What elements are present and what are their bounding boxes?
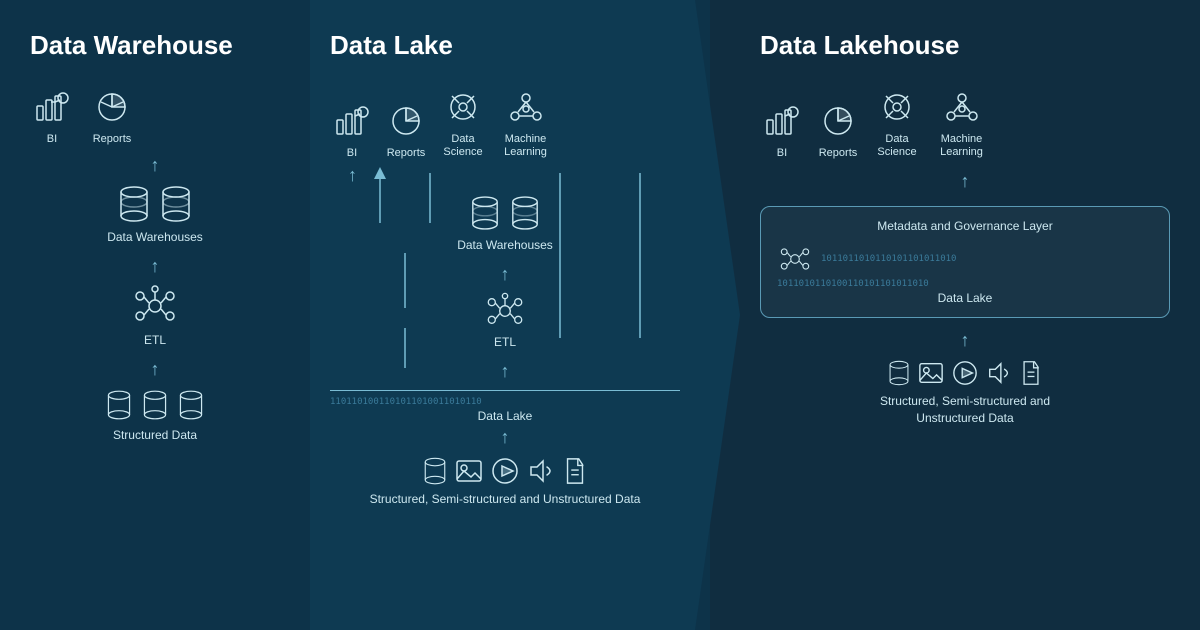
lh-reports-icon (816, 99, 860, 143)
lh-bottom-section: Structured, Semi-structured and Unstruct… (760, 355, 1170, 427)
lake-etl-section: ETL (330, 289, 680, 349)
lh-audio-icon (986, 360, 1012, 386)
lake-datascience-item: Data Science (438, 85, 488, 159)
warehouse-panel: Data Warehouse BI Reports ↑ (0, 0, 310, 630)
lake-arrow-3: ↑ (330, 361, 680, 382)
lh-data-type-icons (888, 359, 1042, 387)
lh-video-icon (952, 360, 978, 386)
lake-arrow-4: ↑ (330, 427, 680, 448)
bi-icon-item: BI (30, 85, 74, 145)
lh-lake-label: Data Lake (777, 291, 1153, 305)
lh-image-icon (918, 360, 944, 386)
metadata-governance-box: Metadata and Governance Layer 1011011010… (760, 206, 1170, 318)
lake-binary: 1101101001101011010011010110 (330, 397, 680, 407)
lake-ml-label: Machine Learning (498, 133, 553, 159)
lakehouse-top-icons: BI Reports Data Science Machine Learning (760, 85, 1170, 159)
lake-title: Data Lake (330, 30, 680, 61)
lake-dw-section: Data Warehouses (330, 190, 680, 252)
video-icon (491, 457, 519, 485)
lh-ml-label: Machine Learning (934, 133, 989, 159)
lake-etl-icon (483, 289, 527, 333)
warehouse-dw-label: Data Warehouses (107, 230, 203, 244)
bi-icon (30, 85, 74, 129)
reports-label: Reports (93, 133, 132, 145)
db-cylinders (118, 184, 192, 224)
warehouse-title: Data Warehouse (30, 30, 280, 61)
warehouse-etl-section: ETL (30, 281, 280, 347)
lake-datascience-icon (441, 85, 485, 129)
warehouse-db-section: Data Warehouses (30, 180, 280, 244)
lake-dw-label: Data Warehouses (457, 238, 553, 252)
lake-top-icons: BI Reports Data Science Machine Learning (330, 85, 680, 159)
db-icon (423, 456, 447, 486)
lh-bi-item: BI (760, 99, 804, 159)
warehouse-bottom-label: Structured Data (113, 428, 197, 442)
warehouse-structured-section: Structured Data (30, 384, 280, 442)
etl-icon (130, 281, 180, 331)
lh-reports-item: Reports (816, 99, 860, 159)
structured-data-icons (106, 388, 204, 422)
lakehouse-title: Data Lakehouse (760, 30, 1170, 61)
lake-arrow-2: ↑ (330, 264, 680, 285)
lh-db-icon (888, 359, 910, 387)
lh-doc-icon (1020, 360, 1042, 386)
image-icon (455, 457, 483, 485)
lake-bottom-label: Structured, Semi-structured and Unstruct… (370, 492, 641, 506)
lake-data-type-icons (423, 456, 587, 486)
lake-db-cylinders (470, 194, 540, 232)
lh-ds-icon (875, 85, 919, 129)
lh-binary-2: 1011010110100110101101011010 (777, 279, 1153, 289)
audio-icon (527, 457, 555, 485)
arrow-1: ↑ (30, 155, 280, 176)
warehouse-etl-label: ETL (144, 333, 166, 347)
lake-bi-icon (330, 99, 374, 143)
metadata-title: Metadata and Governance Layer (777, 219, 1153, 233)
lake-ml-icon (504, 85, 548, 129)
lh-reports-label: Reports (819, 147, 858, 159)
lake-ml-item: Machine Learning (498, 85, 553, 159)
lake-bi-item: BI (330, 99, 374, 159)
lake-reports-icon (384, 99, 428, 143)
lake-bottom-section: Structured, Semi-structured and Unstruct… (330, 452, 680, 506)
lh-binary: 1011011010110101101011010 (821, 254, 1153, 264)
lake-arrow-1: ↑ (330, 165, 680, 186)
lh-bi-icon (760, 99, 804, 143)
warehouse-top-icons: BI Reports (30, 85, 280, 145)
lakehouse-panel: Data Lakehouse BI Reports Data Science M… (710, 0, 1200, 630)
lake-etl-label: ETL (494, 335, 516, 349)
lh-etl-icon (777, 241, 813, 277)
lake-body-section: 1101101001101011010011010110 Data Lake (330, 390, 680, 423)
reports-icon (90, 85, 134, 129)
lake-body-label: Data Lake (330, 409, 680, 423)
lh-ml-icon (940, 85, 984, 129)
lh-arrow-1: ↑ (760, 171, 1170, 192)
doc-icon (563, 457, 587, 485)
lh-ds-item: Data Science (872, 85, 922, 159)
lake-panel: Data Lake BI Reports Data Science Machin… (290, 0, 740, 630)
lh-arrow-2: ↑ (760, 330, 1170, 351)
arrow-2: ↑ (30, 256, 280, 277)
arrow-3: ↑ (30, 359, 280, 380)
reports-icon-item: Reports (90, 85, 134, 145)
lh-bottom-label: Structured, Semi-structured and Unstruct… (855, 393, 1075, 427)
lake-reports-label: Reports (387, 147, 426, 159)
metadata-inner: 1011011010110101101011010 (777, 241, 1153, 277)
lake-reports-item: Reports (384, 99, 428, 159)
lh-ml-item: Machine Learning (934, 85, 989, 159)
